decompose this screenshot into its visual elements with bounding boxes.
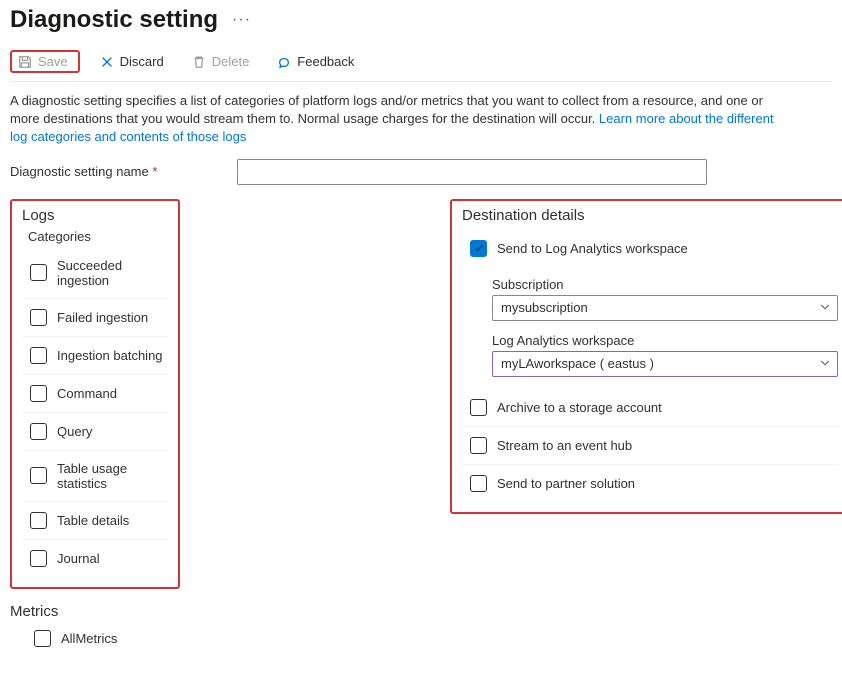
page-title: Diagnostic setting [10, 6, 218, 34]
log-label: Failed ingestion [57, 310, 148, 325]
close-icon [100, 55, 114, 69]
log-category-item: Failed ingestion [22, 298, 168, 336]
logs-title: Logs [22, 207, 168, 224]
feedback-label: Feedback [297, 54, 354, 69]
chevron-down-icon [819, 300, 831, 315]
archive-checkbox[interactable] [470, 399, 487, 416]
log-checkbox[interactable] [30, 309, 47, 326]
partner-label: Send to partner solution [497, 476, 635, 491]
archive-label: Archive to a storage account [497, 400, 662, 415]
subscription-label: Subscription [492, 277, 838, 292]
subscription-value: mysubscription [501, 300, 588, 315]
log-category-item: Ingestion batching [22, 336, 168, 374]
log-label: Ingestion batching [57, 348, 163, 363]
logs-panel: Logs Categories Succeeded ingestion Fail… [10, 199, 180, 589]
metric-item: AllMetrics [10, 622, 832, 655]
log-label: Table details [57, 513, 129, 528]
feedback-icon [277, 55, 291, 69]
log-checkbox[interactable] [30, 347, 47, 364]
log-checkbox[interactable] [30, 550, 47, 567]
log-checkbox[interactable] [30, 264, 47, 281]
delete-label: Delete [212, 54, 250, 69]
save-icon [18, 55, 32, 69]
delete-button[interactable]: Delete [184, 50, 258, 73]
intro-text: A diagnostic setting specifies a list of… [10, 92, 780, 147]
metrics-title: Metrics [10, 603, 832, 620]
log-label: Query [57, 424, 92, 439]
destination-panel: Destination details Send to Log Analytic… [450, 199, 842, 514]
metric-checkbox[interactable] [34, 630, 51, 647]
logs-subhead: Categories [28, 229, 168, 244]
save-button[interactable]: Save [10, 50, 80, 73]
destination-title: Destination details [462, 207, 838, 224]
log-category-item: Succeeded ingestion [22, 248, 168, 298]
log-label: Journal [57, 551, 100, 566]
discard-label: Discard [120, 54, 164, 69]
workspace-label: Log Analytics workspace [492, 333, 838, 348]
diagnostic-name-input[interactable] [237, 159, 707, 185]
log-category-item: Table usage statistics [22, 450, 168, 501]
send-la-checkbox[interactable] [470, 240, 487, 257]
log-checkbox[interactable] [30, 385, 47, 402]
stream-label: Stream to an event hub [497, 438, 632, 453]
log-label: Command [57, 386, 117, 401]
log-label: Succeeded ingestion [57, 258, 168, 288]
log-label: Table usage statistics [57, 461, 168, 491]
metric-label: AllMetrics [61, 631, 117, 646]
workspace-select[interactable]: myLAworkspace ( eastus ) [492, 351, 838, 377]
workspace-value: myLAworkspace ( eastus ) [501, 356, 654, 371]
chevron-down-icon [819, 356, 831, 371]
stream-checkbox[interactable] [470, 437, 487, 454]
partner-checkbox[interactable] [470, 475, 487, 492]
log-category-item: Query [22, 412, 168, 450]
log-category-item: Command [22, 374, 168, 412]
feedback-button[interactable]: Feedback [269, 50, 362, 73]
trash-icon [192, 55, 206, 69]
name-label: Diagnostic setting name * [10, 164, 157, 179]
log-category-item: Table details [22, 501, 168, 539]
metrics-section: Metrics AllMetrics [10, 603, 832, 655]
discard-button[interactable]: Discard [92, 50, 172, 73]
command-bar: Save Discard Delete Feedback [10, 46, 832, 82]
save-label: Save [38, 54, 68, 69]
log-checkbox[interactable] [30, 467, 47, 484]
send-la-label: Send to Log Analytics workspace [497, 241, 688, 256]
more-icon[interactable]: ··· [232, 11, 251, 29]
log-checkbox[interactable] [30, 423, 47, 440]
log-category-item: Journal [22, 539, 168, 577]
log-checkbox[interactable] [30, 512, 47, 529]
subscription-select[interactable]: mysubscription [492, 295, 838, 321]
